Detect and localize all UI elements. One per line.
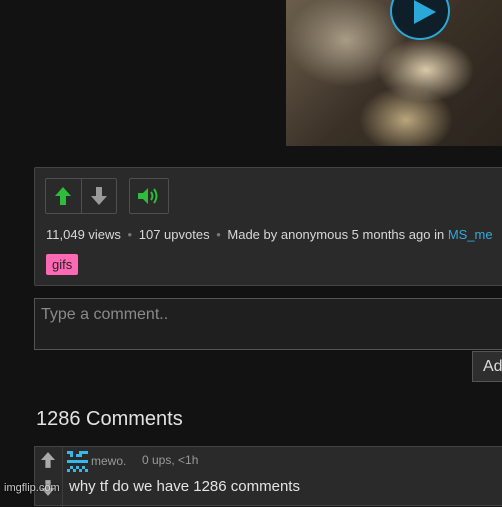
tag-gifs[interactable]: gifs [46,254,79,275]
downvote-arrow-icon [90,187,107,205]
comments-header: 1286 Comments [36,408,183,430]
speaker-icon [138,188,158,204]
avatar-pixel-icon[interactable] [67,451,88,472]
upvote-button[interactable] [46,179,81,213]
imgflip-watermark: imgflip.com [4,482,60,494]
comment-input[interactable] [34,298,502,350]
upvote-count: 107 upvotes [138,227,210,242]
author-line: Made by anonymous 5 months ago in [227,227,445,242]
comment-username[interactable]: mewo. [91,454,126,468]
post-info-panel: 11,049 views • 107 upvotes • Made by ano… [34,167,502,286]
upvote-arrow-icon [55,187,72,205]
stream-link[interactable]: MS_me [448,227,493,242]
gif-preview[interactable] [286,0,502,146]
separator-dot: • [127,227,133,242]
upvote-arrow-icon [41,452,55,468]
comment-item: mewo. 0 ups, <1h why tf do we have 1286 … [34,446,502,507]
view-count: 11,049 views [46,227,121,242]
vote-buttons [45,178,117,214]
play-button[interactable] [390,0,450,40]
downvote-button[interactable] [80,179,117,213]
add-comment-button[interactable]: Ad [472,351,502,382]
comment-text: why tf do we have 1286 comments [69,478,300,495]
comment-upvote-button[interactable] [35,448,61,472]
sound-toggle-button[interactable] [129,178,169,214]
comment-meta: 0 ups, <1h [142,453,199,467]
separator-dot: • [216,227,221,242]
comment-vote [35,447,63,507]
post-stats: 11,049 views • 107 upvotes • Made by ano… [46,227,493,242]
play-icon [414,0,436,24]
